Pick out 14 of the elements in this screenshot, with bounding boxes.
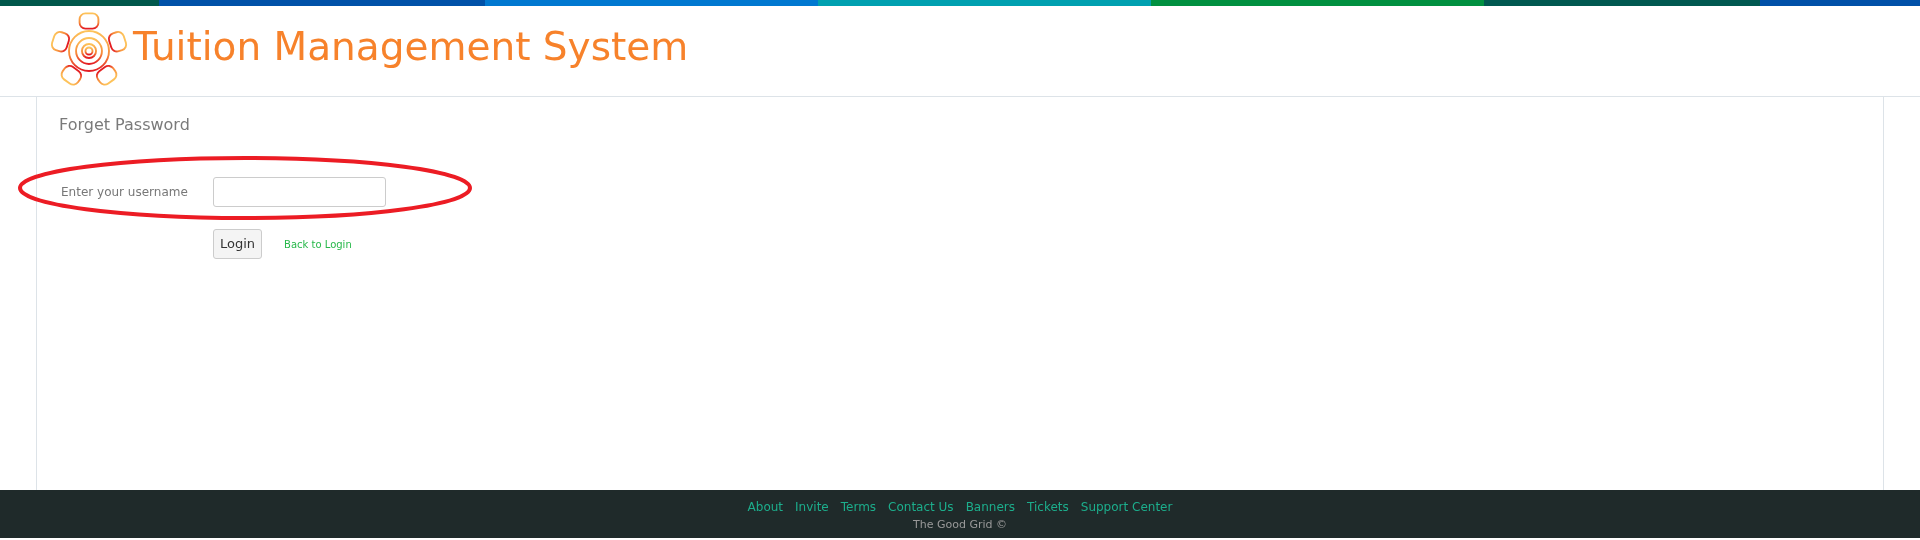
footer-link[interactable]: Invite [795, 498, 829, 516]
site-title: Tuition Management System [133, 26, 689, 71]
footer-link[interactable]: About [747, 498, 784, 516]
back-to-login-link[interactable]: Back to Login [284, 236, 352, 252]
copyright-text: The Good Grid © [913, 517, 1007, 533]
username-field[interactable] [213, 177, 386, 207]
field-label: Enter your username [60, 184, 189, 201]
form-title: Forget Password [59, 114, 191, 136]
footer-link[interactable]: Contact Us [888, 498, 954, 516]
login-button[interactable]: Login [213, 229, 263, 259]
footer-link[interactable]: Tickets [1027, 498, 1069, 516]
footer-link[interactable]: Terms [840, 498, 877, 516]
footer-link[interactable]: Banners [965, 498, 1015, 516]
footer-link[interactable]: Support Center [1080, 498, 1173, 516]
